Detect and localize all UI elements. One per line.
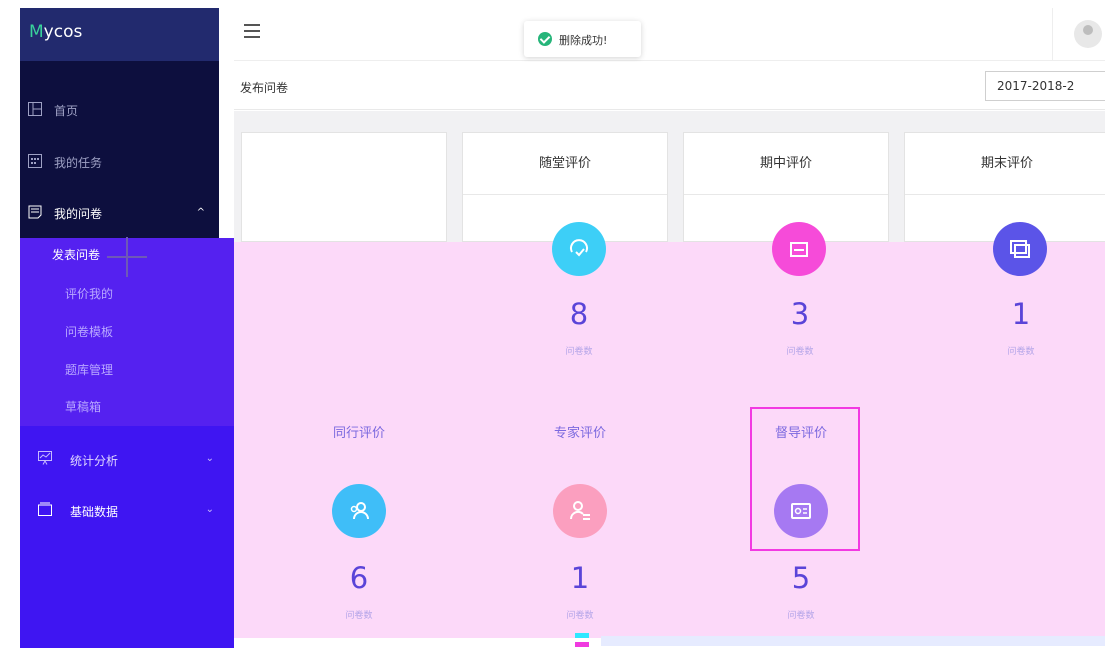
menu-toggle-icon[interactable] bbox=[244, 24, 260, 38]
chevron-up-icon: ^ bbox=[196, 207, 205, 218]
survey-count-label: 问卷数 bbox=[345, 611, 373, 621]
top-header: 删除成功! bbox=[234, 8, 1105, 61]
survey-count: 1 bbox=[1011, 297, 1031, 331]
sidebar-lower: 发表问卷 评价我的 问卷模板 题库管理 草稿箱 统计分析 ⌄ 基础数据 ⌄ bbox=[20, 238, 234, 648]
card-title[interactable]: 同行评价 bbox=[299, 422, 419, 441]
sidebar: Mycos 首页 我的任务 我的问卷 ^ bbox=[20, 8, 219, 238]
plus-icon[interactable] bbox=[107, 237, 147, 277]
card-title: 期中评价 bbox=[684, 133, 888, 195]
term-select[interactable]: 2017-2018-2 bbox=[985, 71, 1105, 101]
survey-count: 8 bbox=[569, 297, 589, 331]
avatar[interactable] bbox=[1074, 20, 1102, 48]
term-select-value: 2017-2018-2 bbox=[997, 79, 1075, 93]
database-icon bbox=[38, 502, 52, 516]
breadcrumb: 发布问卷 bbox=[240, 81, 289, 95]
users-icon bbox=[332, 484, 386, 538]
sidebar-item-label: 我的任务 bbox=[54, 156, 103, 170]
survey-count: 1 bbox=[570, 561, 590, 595]
toast-message: 删除成功! bbox=[524, 21, 641, 57]
submenu-item-publish[interactable]: 发表问卷 bbox=[52, 246, 100, 263]
scroll-marker bbox=[575, 642, 589, 647]
submenu-item-templates[interactable]: 问卷模板 bbox=[65, 323, 113, 340]
toast-text: 删除成功! bbox=[559, 34, 608, 47]
add-survey-card[interactable] bbox=[241, 132, 447, 242]
header-divider bbox=[1052, 8, 1053, 61]
chevron-down-icon: ⌄ bbox=[205, 504, 214, 515]
document-icon bbox=[28, 205, 42, 219]
card-title[interactable]: 专家评价 bbox=[520, 422, 640, 441]
check-circle-icon bbox=[538, 32, 552, 46]
survey-count-label: 问卷数 bbox=[1007, 347, 1035, 357]
sidebar-item-label: 首页 bbox=[54, 104, 79, 118]
sidebar-item-home[interactable]: 首页 bbox=[20, 93, 219, 125]
survey-count-label: 问卷数 bbox=[787, 611, 815, 621]
user-list-icon bbox=[553, 484, 607, 538]
calendar-icon bbox=[28, 154, 42, 168]
grid-icon bbox=[28, 102, 42, 116]
chart-icon bbox=[38, 451, 52, 465]
card-title: 随堂评价 bbox=[463, 133, 667, 195]
sidebar-item-label: 我的问卷 bbox=[54, 207, 103, 221]
card-title: 期末评价 bbox=[905, 133, 1105, 195]
breadcrumb-bar: 发布问卷 2017-2018-2 bbox=[234, 62, 1105, 110]
sidebar-item-label: 基础数据 bbox=[70, 505, 119, 519]
documents-icon bbox=[993, 222, 1047, 276]
supervision-card-highlight[interactable] bbox=[750, 407, 860, 551]
survey-count-label: 问卷数 bbox=[786, 347, 814, 357]
submenu-item-question-bank[interactable]: 题库管理 bbox=[65, 361, 113, 378]
brand-bar[interactable]: Mycos bbox=[20, 8, 219, 61]
sidebar-item-statistics[interactable]: 统计分析 ⌄ bbox=[20, 445, 234, 475]
sidebar-item-basic-data[interactable]: 基础数据 ⌄ bbox=[20, 496, 234, 526]
chevron-down-icon: ⌄ bbox=[205, 453, 214, 464]
form-icon bbox=[772, 222, 826, 276]
survey-count: 5 bbox=[791, 561, 811, 595]
brand-logo: Mycos bbox=[29, 22, 83, 42]
app-root: Mycos 首页 我的任务 我的问卷 ^ 发表问卷 评价我的 问卷模板 题库管理… bbox=[0, 0, 1105, 652]
survey-count: 3 bbox=[790, 297, 810, 331]
sidebar-item-tasks[interactable]: 我的任务 bbox=[20, 145, 219, 177]
survey-count-label: 问卷数 bbox=[566, 611, 594, 621]
sidebar-item-label: 统计分析 bbox=[70, 454, 119, 468]
clock-check-icon bbox=[552, 222, 606, 276]
scroll-marker bbox=[575, 633, 589, 638]
sidebar-item-my-surveys[interactable]: 我的问卷 ^ bbox=[20, 196, 219, 228]
submenu-item-evaluate-me[interactable]: 评价我的 bbox=[65, 285, 113, 302]
survey-count-label: 问卷数 bbox=[565, 347, 593, 357]
submenu-item-drafts[interactable]: 草稿箱 bbox=[65, 398, 101, 415]
survey-count: 6 bbox=[349, 561, 369, 595]
scroll-track bbox=[601, 636, 1105, 646]
